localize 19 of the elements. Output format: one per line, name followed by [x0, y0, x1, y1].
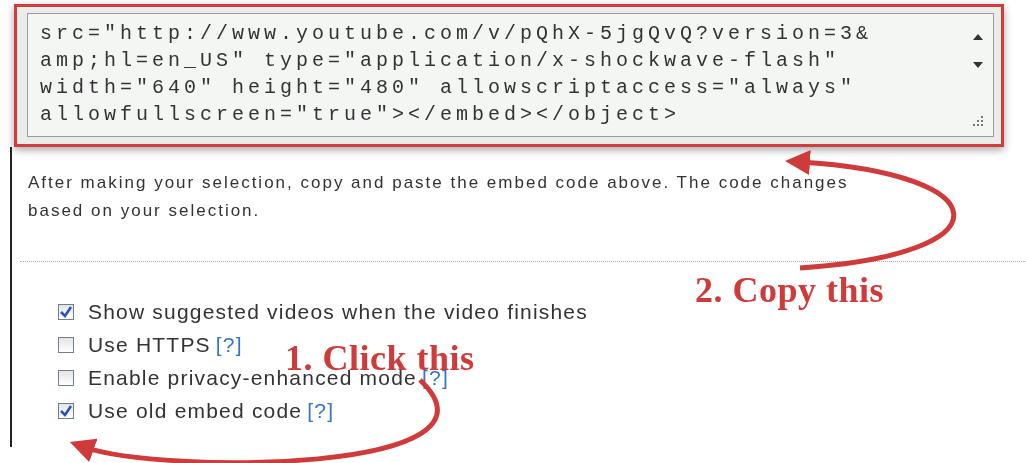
help-link[interactable]: [?]: [307, 399, 335, 423]
option-label[interactable]: Show suggested videos when the video finishes: [88, 300, 588, 324]
annotation-text: 2. Copy this: [695, 272, 885, 308]
instruction-text: After making your selection, copy and paste the embed code above. The code changes based on your selection.: [27, 172, 850, 222]
checkbox[interactable]: [58, 304, 74, 320]
checkbox[interactable]: [58, 403, 74, 419]
code-line: amp;hl=en_US" type="application/x-shockwave-flash": [40, 48, 841, 74]
checkbox[interactable]: [58, 337, 74, 353]
embed-code-field[interactable]: src="http://www.youtube.com/v/pQhX-5jgQvQ?version=3& amp;hl=en_US" type="application/x-shockwave-flash" width="640" height="480" allowscriptaccess="always" allowfullscreen="true"></embed></object>: [27, 13, 994, 137]
checkbox[interactable]: [58, 370, 74, 386]
code-line: allowfullscreen="true"></embed></object>: [40, 102, 681, 128]
scroll-down-icon[interactable]: [973, 62, 983, 68]
help-link[interactable]: [?]: [215, 333, 243, 357]
option-label[interactable]: Use HTTPS: [88, 333, 211, 357]
resize-grip-icon[interactable]: [973, 116, 983, 126]
code-line: src="http://www.youtube.com/v/pQhX-5jgQvQ?version=3&: [40, 21, 873, 47]
scroll-up-icon[interactable]: [973, 34, 983, 40]
option-label[interactable]: Use old embed code: [88, 399, 303, 423]
code-line: width="640" height="480" allowscriptaccess="always": [40, 75, 857, 101]
